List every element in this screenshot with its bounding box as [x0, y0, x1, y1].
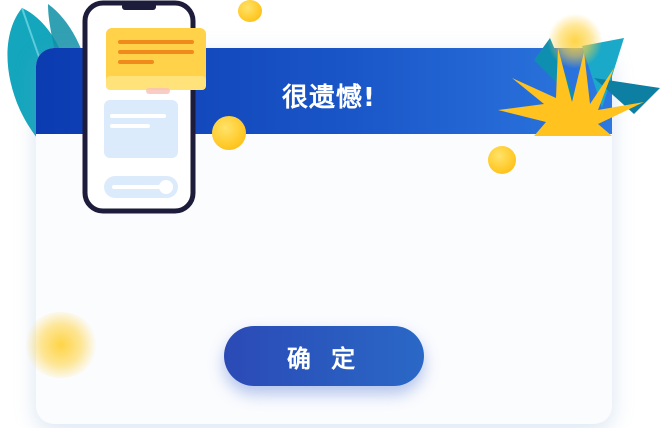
- coin-icon: [238, 0, 262, 22]
- dialog-title: 很遗憾!: [282, 83, 376, 113]
- failure-dialog-stage: 很遗憾! 确 定: [0, 0, 662, 428]
- sparkle-glow: [24, 312, 98, 378]
- confirm-button[interactable]: 确 定: [224, 326, 424, 386]
- coin-icon: [488, 146, 516, 174]
- coin-icon: [212, 116, 246, 150]
- sparkle-glow: [548, 14, 602, 68]
- phone-illustration-icon: [82, 0, 206, 214]
